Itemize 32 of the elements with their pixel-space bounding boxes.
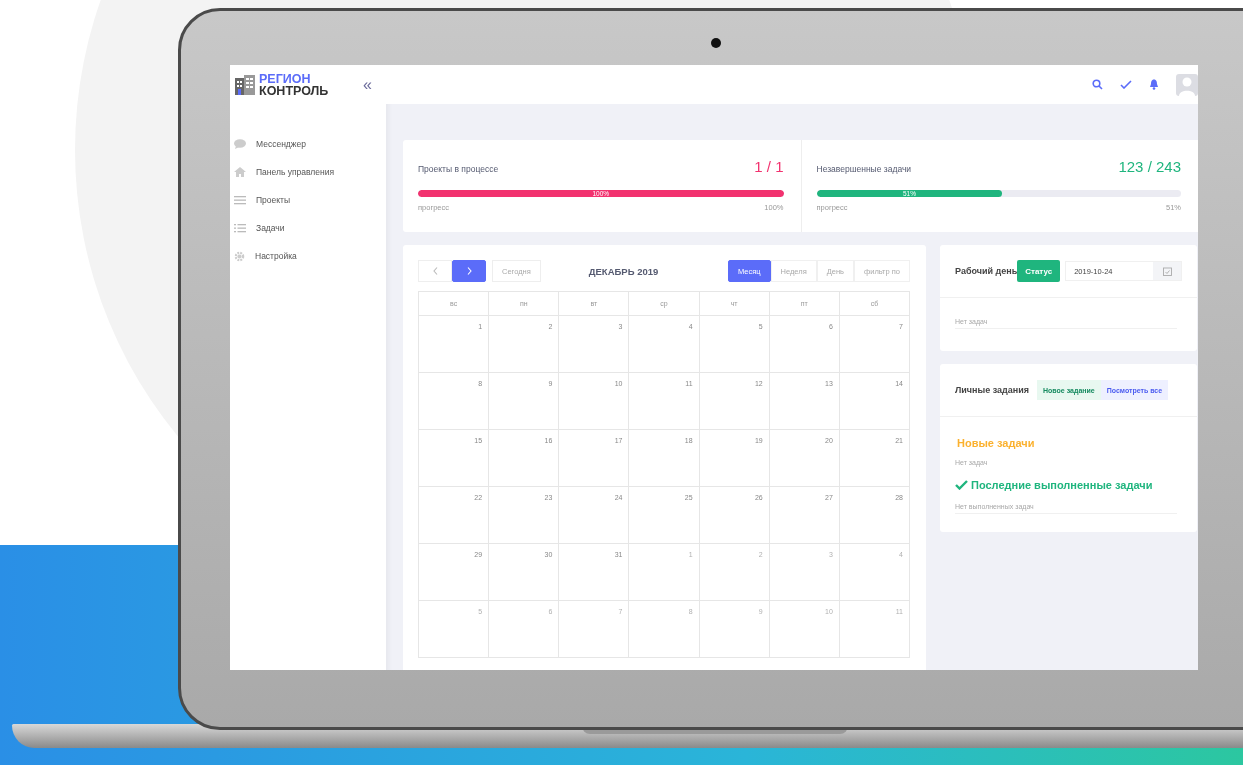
checkmark-icon[interactable] [1120,80,1132,89]
chevron-right-icon [466,267,472,275]
card-title: Личные задания [955,385,1029,395]
collapse-button[interactable]: « [355,77,380,93]
sidebar-item[interactable]: Настройка [230,242,386,270]
building-icon [234,75,256,95]
search-icon[interactable] [1092,79,1103,90]
chat-icon [234,139,246,149]
stat-value: 1 / 1 [754,158,784,175]
sidebar-item[interactable]: Проекты [230,186,386,214]
chevron-left-icon [432,267,438,275]
section-heading: Последние выполненные задачи [971,479,1153,491]
bell-icon[interactable] [1149,79,1159,90]
checkmark-icon [955,480,968,490]
card-title: Рабочий день [955,266,1018,276]
list-icon [234,223,246,233]
stat-title: Незавершенные задачи [816,164,912,174]
settings-icon [234,250,245,262]
home-icon [234,167,246,177]
menu-icon [234,195,246,205]
status-button[interactable]: Статус [1017,260,1061,282]
camera-dot [711,38,721,48]
stat-value: 123 / 243 [1118,158,1181,175]
sidebar-item[interactable]: Задачи [230,214,386,242]
sidebar-item[interactable]: Мессенджер [230,130,386,158]
month-title: ДЕКАБРЬ 2019 [588,265,659,277]
stat-title: Проекты в процессе [418,164,499,174]
logo-text: РЕГИОН [259,73,312,85]
calendar-icon [1162,266,1172,276]
section-heading: Новые задачи [957,437,1036,449]
sidebar-item[interactable]: Панель управления [230,158,386,186]
logo-text: КОНТРОЛЬ [259,85,329,97]
